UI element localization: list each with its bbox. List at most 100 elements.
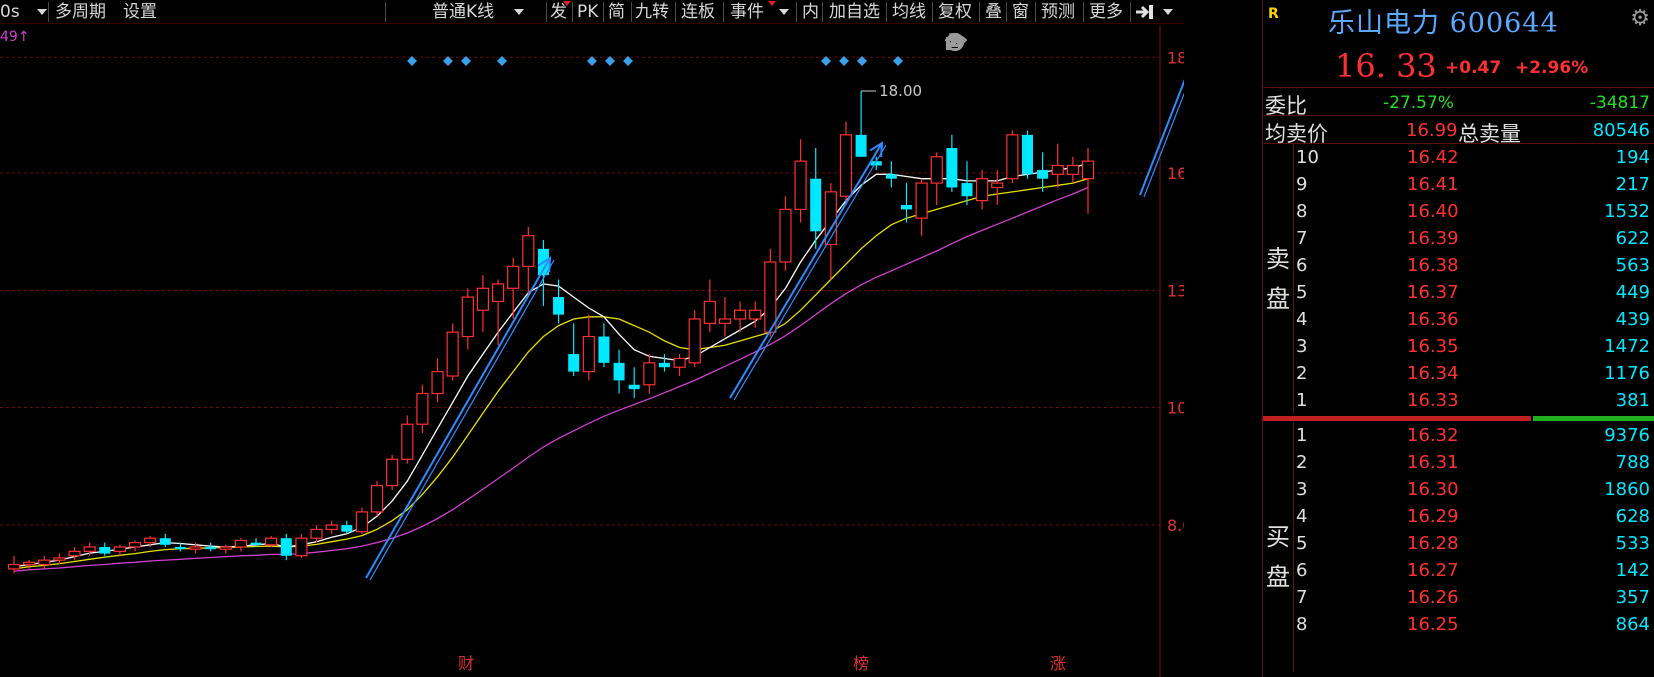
kline-chart[interactable]: 18.6716.0313.3510.688.0018.00财榜涨 49↑ (0, 25, 1184, 677)
settings-button[interactable]: 设置 (123, 0, 157, 24)
order-volume: 1532 (1604, 201, 1650, 222)
order-book-row[interactable]: 8 16.25 864 (1263, 611, 1654, 638)
order-book-row[interactable]: 6 16.38 563 (1263, 252, 1654, 279)
order-book-row[interactable]: 10 16.42 194 (1263, 144, 1654, 171)
dropdown-arrow-icon (1163, 9, 1173, 15)
window-button[interactable]: 窗 (1012, 0, 1029, 24)
separator (631, 2, 632, 22)
pen-icon[interactable] (948, 32, 997, 52)
candle-body-down (174, 546, 186, 550)
candle-body-down (855, 134, 867, 157)
order-level: 8 (1296, 201, 1308, 222)
ma-legend-label: 49↑ (0, 29, 30, 45)
candle-body-up (189, 546, 202, 550)
lock-icon[interactable] (946, 32, 1117, 52)
separator (1006, 2, 1007, 22)
candle-body-up (930, 156, 943, 184)
candle-body-up (476, 287, 490, 311)
order-book-row[interactable]: 5 16.37 449 (1263, 279, 1654, 306)
order-book-row[interactable]: 1 16.33 381 (1263, 387, 1654, 414)
kline-type-selector[interactable]: 普通K线 (432, 0, 524, 24)
order-price: 16.26 (1407, 587, 1459, 608)
add-watchlist-button[interactable]: 加自选 (829, 0, 880, 24)
candle-body-down (205, 546, 217, 550)
candle-body-up (128, 541, 142, 548)
stock-name[interactable]: 乐山电力 600644 (1328, 1, 1559, 40)
zoom-in-icon[interactable] (946, 32, 1147, 52)
order-book-row[interactable]: 3 16.35 1472 (1263, 333, 1654, 360)
order-book-row[interactable]: 9 16.41 217 (1263, 171, 1654, 198)
overlay-button[interactable]: 叠 (985, 0, 1002, 24)
y-tick-label: 10.68 (1167, 399, 1184, 418)
candle-body-up (461, 296, 474, 338)
events-dropdown[interactable] (779, 0, 789, 24)
hand-icon[interactable] (948, 32, 1087, 52)
order-book-row[interactable]: 4 16.36 439 (1263, 306, 1654, 333)
order-book-row[interactable]: 6 16.27 142 (1263, 557, 1654, 584)
candle-body-down (810, 178, 822, 232)
event-marker-label: 榜 (853, 654, 869, 673)
candle-body-up (113, 546, 126, 552)
export-button[interactable] (1134, 0, 1158, 24)
candle-body-up (310, 528, 323, 539)
forecast-button[interactable]: 预测 (1041, 0, 1075, 24)
candle-body-up (915, 182, 928, 219)
candle-body-up (749, 309, 762, 320)
y-tick-label: 16.03 (1167, 164, 1184, 183)
adjust-button[interactable]: 复权 (938, 0, 972, 24)
order-price: 16.29 (1407, 506, 1459, 527)
more-dropdown[interactable] (1163, 0, 1173, 24)
candle-body-down (280, 538, 292, 556)
print-icon[interactable] (946, 32, 1057, 52)
jiuzhuan-button[interactable]: 九转 (635, 0, 669, 24)
toolbar: 0s 多周期 设置 普通K线 发 PK 简 九转 连板 事件 内 加自选 均线 … (0, 0, 1184, 24)
order-volume: 788 (1615, 452, 1650, 473)
order-book-row[interactable]: 7 16.39 622 (1263, 225, 1654, 252)
pk-button[interactable]: PK (577, 0, 598, 24)
order-volume: 357 (1615, 587, 1650, 608)
zoom-out-icon[interactable] (946, 32, 1177, 52)
ma-line-yellow (13, 178, 1089, 570)
separator (546, 2, 547, 22)
candle-body-up (582, 335, 595, 373)
order-book-row[interactable]: 5 16.28 533 (1263, 530, 1654, 557)
separator (723, 2, 724, 22)
candle-body-up (1051, 164, 1064, 175)
candle-body-up (265, 537, 278, 546)
nei-button[interactable]: 内 (802, 0, 819, 24)
gear-icon[interactable]: ⚙ (1630, 6, 1650, 31)
eye-icon[interactable] (945, 32, 1027, 52)
order-book-row[interactable]: 2 16.31 788 (1263, 449, 1654, 476)
stock-header: R 乐山电力 600644 ⚙ 16. 33 +0.47 +2.96% (1263, 0, 1654, 88)
order-level: 8 (1296, 614, 1308, 635)
jian-button[interactable]: 简 (608, 0, 625, 24)
order-level: 9 (1296, 174, 1308, 195)
more-button[interactable]: 更多 (1089, 0, 1123, 24)
candle-body-up (431, 371, 444, 395)
candle-body-up (416, 392, 429, 425)
order-book-row[interactable]: 4 16.29 628 (1263, 503, 1654, 530)
candle-body-up (68, 550, 81, 557)
multi-period-button[interactable]: 多周期 (55, 0, 106, 24)
lianban-button[interactable]: 连板 (681, 0, 715, 24)
events-button[interactable]: 事件 (730, 0, 764, 24)
bid-ratio-bar (1533, 416, 1654, 421)
order-book-row[interactable]: 2 16.34 1176 (1263, 360, 1654, 387)
order-volume: 449 (1615, 282, 1650, 303)
order-book-row[interactable]: 3 16.30 1860 (1263, 476, 1654, 503)
order-price: 16.39 (1407, 228, 1459, 249)
order-book-row[interactable]: 7 16.26 357 (1263, 584, 1654, 611)
order-book-row[interactable]: 1 16.32 9376 (1263, 422, 1654, 449)
bid-ask-ratio-bar (1263, 414, 1654, 422)
order-volume: 533 (1615, 533, 1650, 554)
order-book-row[interactable]: 8 16.40 1532 (1263, 198, 1654, 225)
candle-body-up (718, 318, 732, 324)
period-selector[interactable]: 0s (0, 0, 48, 24)
separator (1130, 2, 1131, 22)
order-price: 16.34 (1407, 363, 1459, 384)
export-icon (1136, 5, 1153, 19)
ma-button[interactable]: 均线 (892, 0, 926, 24)
price-change-pct: +2.96% (1515, 58, 1589, 78)
candle-body-down (553, 297, 565, 315)
y-tick-label: 13.35 (1167, 282, 1184, 301)
